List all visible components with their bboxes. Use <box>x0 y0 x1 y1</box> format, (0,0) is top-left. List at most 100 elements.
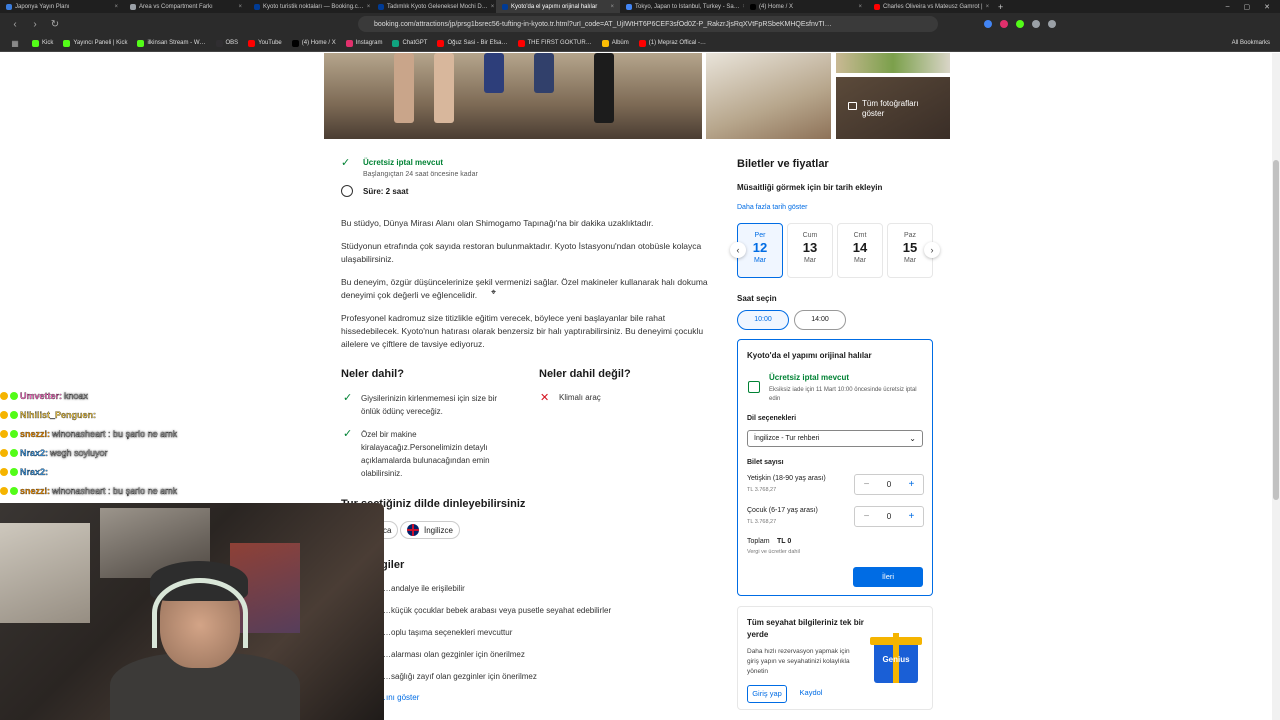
new-tab-button[interactable]: + <box>992 2 1003 12</box>
chat-message: snezzi: winonasheart : bu şarlo ne amk <box>0 481 300 500</box>
language-select[interactable]: İngilizce - Tur rehberi ⌄ <box>747 430 923 447</box>
bookmark-item[interactable]: YouTube <box>248 39 282 47</box>
adult-quantity-stepper: − 0 + <box>854 474 924 495</box>
calendar-check-icon <box>748 381 760 393</box>
not-included-item: Klimalı araç <box>559 393 601 402</box>
bookmark-item[interactable]: Yayıncı Paneli | Kick <box>63 39 128 47</box>
description-paragraph: Bu stüdyo, Dünya Mirası Alanı olan Shimo… <box>341 218 654 228</box>
browser-tab[interactable]: Tadımlık Kyoto Geleneksel Mochi D… × <box>372 0 496 13</box>
browser-tab[interactable]: Tokyo, Japan to Istanbul, Turkey - Sa…× <box>620 0 744 13</box>
chevron-down-icon: ⌄ <box>909 434 916 443</box>
login-button[interactable]: Giriş yap <box>747 685 787 703</box>
chat-badge-icon <box>0 448 8 457</box>
child-price: TL 3.768,27 <box>747 519 777 525</box>
bookmarks-bar: ▦ Kick Yayıncı Paneli | Kick ilkinsan Stre… <box>0 35 1280 52</box>
chat-badge-icon <box>0 467 8 476</box>
close-tab-icon[interactable]: × <box>858 4 862 10</box>
bookmark-item[interactable]: (1) Mepraz Offical -… <box>638 39 706 47</box>
browser-tab[interactable]: Kyoto'da el yapımı orijinal halılar × <box>496 0 620 13</box>
extension-icon[interactable] <box>1032 20 1040 28</box>
chat-username[interactable]: Nrax2: <box>20 447 48 457</box>
apps-icon[interactable]: ▦ <box>8 39 22 48</box>
chat-username[interactable]: snezzi: <box>20 428 50 438</box>
genius-title: Tüm seyahat bilgileriniz tek bir yerde <box>747 618 864 639</box>
chat-username[interactable]: Nihilist_Penguen: <box>20 409 96 419</box>
maximize-icon[interactable]: ▢ <box>1244 3 1251 11</box>
chat-username[interactable]: snezzi: <box>20 485 50 495</box>
chevron-left-icon[interactable]: ‹ <box>730 242 746 258</box>
included-item: Giysilerinizin kirlenmemesi için size bi… <box>361 394 498 416</box>
gallery-photo-2[interactable] <box>706 53 831 139</box>
booking-box-title: Kyoto'da el yapımı orijinal halılar <box>747 351 872 360</box>
time-option[interactable]: 10:00 <box>737 310 789 330</box>
next-button[interactable]: İleri <box>853 567 923 587</box>
browser-tab[interactable]: (4) Home / X × <box>744 0 868 13</box>
page-scrollbar-thumb[interactable] <box>1273 160 1279 500</box>
free-cancellation-title: Ücretsiz iptal mevcut <box>363 158 444 167</box>
bookmark-item[interactable]: THE FIRST GOKTUR… <box>517 39 592 47</box>
chat-username[interactable]: Umvetter: <box>20 390 62 400</box>
register-button[interactable]: Kaydol <box>794 685 828 703</box>
plus-icon[interactable]: + <box>909 511 915 522</box>
uk-flag-icon <box>407 524 419 536</box>
close-tab-icon[interactable]: × <box>114 4 118 10</box>
chevron-right-icon[interactable]: › <box>924 242 940 258</box>
bookmark-item[interactable]: Oğuz Sasi - Bir Efsa… <box>437 39 508 47</box>
photo-figure <box>534 53 554 93</box>
info-show-more-link[interactable]: …ını göster <box>378 693 419 702</box>
bookmark-item[interactable]: (4) Home / X <box>291 39 336 47</box>
more-dates-link[interactable]: Daha fazla tarih göster <box>737 204 807 211</box>
date-card[interactable]: Cum 13 Mar <box>787 223 833 278</box>
bookmark-label: ilkinsan Stream - W… <box>147 40 206 46</box>
bookmark-label: Yayıncı Paneli | Kick <box>73 40 128 46</box>
reload-icon[interactable]: ↻ <box>48 19 62 30</box>
close-tab-icon[interactable]: × <box>491 4 495 10</box>
extension-icon[interactable] <box>1016 20 1024 28</box>
back-icon[interactable]: ‹ <box>8 19 22 30</box>
browser-tab[interactable]: Japonya Yayın Planı × <box>0 0 124 13</box>
bookmark-item[interactable]: OBS <box>215 39 238 47</box>
bookmark-favicon-icon <box>32 39 39 47</box>
plus-icon[interactable]: + <box>909 479 915 490</box>
photo-figure <box>434 53 454 123</box>
close-tab-icon[interactable]: × <box>367 4 371 10</box>
bookmark-label: ChatGPT <box>402 40 428 46</box>
bookmark-item[interactable]: Instagram <box>345 39 383 47</box>
minimize-icon[interactable]: – <box>1226 3 1230 11</box>
window-controls[interactable]: – ▢ ✕ <box>1226 3 1280 11</box>
gallery-main-photo[interactable] <box>324 53 702 139</box>
child-quantity: 0 <box>886 512 892 521</box>
url-input[interactable]: booking.com/attractions/jp/prsg1bsrec56-… <box>358 16 938 32</box>
date-card[interactable]: Cmt 14 Mar <box>837 223 883 278</box>
total-value: TL 0 <box>777 538 792 545</box>
time-option[interactable]: 14:00 <box>794 310 846 330</box>
close-tab-icon[interactable]: × <box>986 4 990 10</box>
forward-icon[interactable]: › <box>28 19 42 30</box>
chat-text: knoax <box>64 390 89 401</box>
browser-tab-label: Tokyo, Japan to Istanbul, Turkey - Sa… <box>635 3 740 10</box>
close-tab-icon[interactable]: × <box>238 4 242 10</box>
photo-figure <box>594 53 614 123</box>
bookmark-item[interactable]: Albüm <box>601 39 629 47</box>
minus-icon[interactable]: − <box>864 479 870 490</box>
bookmark-label: Instagram <box>355 40 383 46</box>
close-icon[interactable]: ✕ <box>1264 3 1270 11</box>
tab-favicon-icon <box>378 3 384 10</box>
close-tab-icon[interactable]: × <box>610 4 614 10</box>
gallery-photo-3[interactable] <box>836 53 950 73</box>
chat-username[interactable]: Nrax2: <box>20 466 48 476</box>
show-all-photos-button[interactable]: Tüm fotoğrafları göster <box>836 77 950 139</box>
language-pill: İngilizce <box>400 521 460 539</box>
bookmark-item[interactable]: ilkinsan Stream - W… <box>137 39 206 47</box>
all-bookmarks-button[interactable]: All Bookmarks <box>1232 40 1270 46</box>
bookmark-item[interactable]: ChatGPT <box>392 39 428 47</box>
tab-favicon-icon <box>6 3 12 10</box>
minus-icon[interactable]: − <box>864 511 870 522</box>
browser-tab[interactable]: Charles Oliveira vs Mateusz Gamrot | × <box>868 0 992 13</box>
extension-icon[interactable] <box>1000 20 1008 28</box>
extension-icon[interactable] <box>984 20 992 28</box>
extension-icon[interactable] <box>1048 20 1056 28</box>
browser-tab[interactable]: Kyoto turistik noktaları — Booking.c… × <box>248 0 372 13</box>
bookmark-item[interactable]: Kick <box>32 39 53 47</box>
browser-tab[interactable]: Area vs Compartment Farkı × <box>124 0 248 13</box>
